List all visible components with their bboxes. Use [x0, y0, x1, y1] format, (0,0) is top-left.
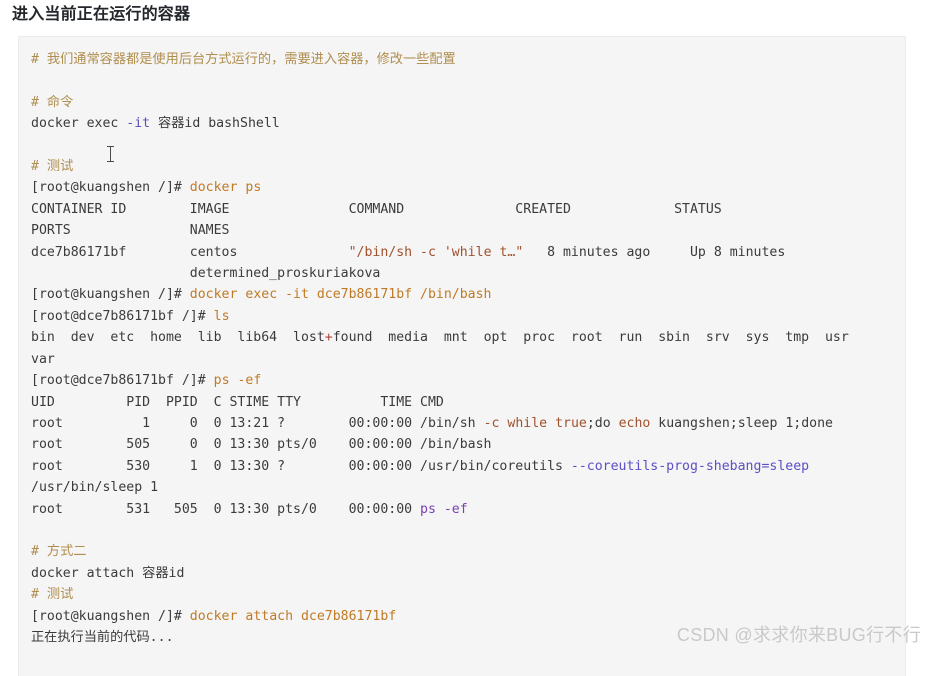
ps-header-primary: CONTAINER ID IMAGE COMMAND CREATED STATU…: [31, 201, 722, 217]
table-row: root 530 1 0 13:30 ? 00:00:00 /usr/bin/c…: [31, 456, 905, 477]
container-id-and-image: dce7b86171bf centos: [31, 244, 349, 260]
keyword-token: while: [507, 415, 548, 431]
comment-text: # 我们通常容器都是使用后台方式运行的，需要进入容器，修改一些配置: [31, 52, 456, 67]
code-block: # 我们通常容器都是使用后台方式运行的，需要进入容器，修改一些配置 # 命令 do…: [18, 36, 906, 676]
ls-output-part2: found media mnt opt proc root run sbin s…: [332, 330, 849, 346]
container-created-status: 8 minutes ago Up 8 minutes: [523, 244, 786, 260]
process-row-fields: root 531 505 0 13:30 pts/0 00:00:00: [31, 501, 421, 517]
container-command: "/bin/sh -c 'while t…": [348, 244, 524, 260]
shell-prompt: [root@dce7b86171bf /]#: [31, 373, 214, 389]
subcommand-token: exec: [86, 116, 127, 132]
command-token: ps -ef: [420, 501, 468, 517]
process-row-tail: ;do: [586, 415, 619, 431]
code-line: [root@kuangshen /]# docker attach dce7b8…: [31, 606, 905, 627]
comment-text: # 测试: [31, 587, 74, 603]
code-line: # 测试: [31, 584, 905, 605]
command-token: docker ps: [189, 180, 262, 196]
ls-output-plus: +: [324, 330, 333, 346]
command-token: docker attach dce7b86171bf: [189, 608, 397, 624]
shell-prompt: [root@kuangshen /]#: [31, 287, 190, 303]
code-line: docker attach 容器id: [31, 563, 905, 584]
container-name: determined_proskuriakova: [31, 266, 381, 282]
code-line: # 命令: [31, 92, 905, 113]
code-line: /usr/bin/sleep 1: [31, 477, 905, 498]
execution-status-text: 正在执行当前的代码...: [31, 629, 174, 645]
code-line: # 方式二: [31, 541, 905, 562]
comment-text: # 测试: [31, 159, 74, 175]
comment-text: # 方式二: [31, 544, 87, 560]
process-row-fields: root 530 1 0 13:30 ? 00:00:00 /usr/bin/c…: [31, 458, 571, 474]
keyword-token: -c: [483, 415, 500, 431]
table-header-row: UID PID PPID C STIME TTY TIME CMD: [31, 392, 905, 413]
table-row: dce7b86171bf centos "/bin/sh -c 'while t…: [31, 242, 905, 263]
code-line: bin dev etc home lib lib64 lost+found me…: [31, 327, 905, 348]
shell-prompt: [root@kuangshen /]#: [31, 608, 190, 624]
argument-token: 容器id bashShell: [150, 116, 280, 132]
keyword-token: true: [555, 415, 587, 431]
ls-output-wrap: var: [31, 351, 55, 367]
command-token: docker exec -it dce7b86171bf /bin/bash: [189, 287, 492, 303]
ls-output-part1: bin dev etc home lib lib64 lost: [31, 330, 325, 346]
command-token: ls: [213, 308, 230, 324]
code-line: 正在执行当前的代码...: [31, 627, 905, 648]
flag-token: --coreutils-prog-shebang=sleep: [570, 458, 810, 474]
code-line: [root@dce7b86171bf /]# ls: [31, 306, 905, 327]
table-row: root 1 0 0 13:21 ? 00:00:00 /bin/sh -c w…: [31, 413, 905, 434]
ps-header-secondary: PORTS NAMES: [31, 223, 230, 239]
table-header-row: PORTS NAMES: [31, 220, 905, 241]
process-row-wrap: /usr/bin/sleep 1: [31, 480, 159, 496]
psef-header: UID PID PPID C STIME TTY TIME CMD: [31, 394, 444, 410]
code-line: [root@kuangshen /]# docker ps: [31, 177, 905, 198]
shell-prompt: [root@dce7b86171bf /]#: [31, 308, 214, 324]
code-line: docker exec -it 容器id bashShell: [31, 113, 905, 134]
code-line: [root@dce7b86171bf /]# ps -ef: [31, 370, 905, 391]
table-row: determined_proskuriakova: [31, 263, 905, 284]
table-row: root 531 505 0 13:30 pts/0 00:00:00 ps -…: [31, 499, 905, 520]
keyword-token: echo: [618, 415, 651, 431]
command-token: docker: [31, 116, 87, 132]
page-title: 进入当前正在运行的容器: [12, 6, 191, 23]
code-line: var: [31, 349, 905, 370]
process-row-tail2: kuangshen;sleep 1;done: [650, 415, 833, 431]
code-line: # 测试: [31, 156, 905, 177]
code-line: [root@kuangshen /]# docker exec -it dce7…: [31, 284, 905, 305]
code-line: # 我们通常容器都是使用后台方式运行的，需要进入容器，修改一些配置: [31, 49, 905, 70]
command-token: ps -ef: [213, 373, 262, 389]
table-row: root 505 0 0 13:30 pts/0 00:00:00 /bin/b…: [31, 434, 905, 455]
process-row-fields: root 1 0 0 13:21 ? 00:00:00 /bin/sh: [31, 415, 484, 431]
process-row-fields: root 505 0 0 13:30 pts/0 00:00:00 /bin/b…: [31, 437, 492, 453]
flag-token: -it: [126, 116, 151, 132]
table-header-row: CONTAINER ID IMAGE COMMAND CREATED STATU…: [31, 199, 905, 220]
command-token: docker attach 容器id: [31, 565, 185, 581]
comment-text: # 命令: [31, 94, 74, 110]
code-content[interactable]: # 我们通常容器都是使用后台方式运行的，需要进入容器，修改一些配置 # 命令 do…: [19, 37, 905, 648]
shell-prompt: [root@kuangshen /]#: [31, 180, 190, 196]
